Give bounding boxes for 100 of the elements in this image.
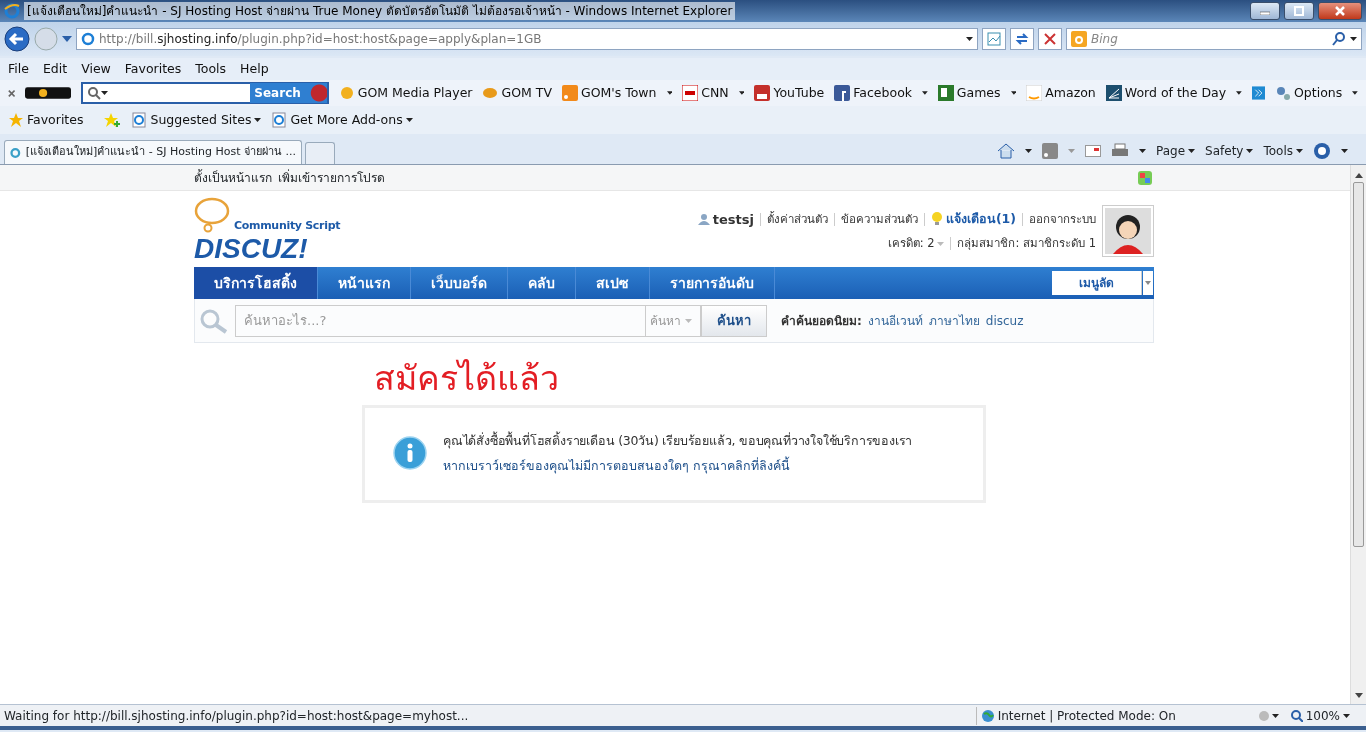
logo-wordmark: DISCUZ! (194, 233, 309, 265)
scroll-thumb[interactable] (1353, 182, 1364, 547)
loading-icon (10, 145, 21, 160)
back-button[interactable] (4, 26, 30, 52)
toolbar-link[interactable]: Games (937, 83, 1001, 103)
credit-dropdown[interactable]: เครดิต: 2 (887, 235, 945, 253)
caret-icon[interactable] (1350, 37, 1357, 41)
color-theme-icon[interactable] (1138, 171, 1152, 185)
nav-tab[interactable]: บริการโฮสติ้ง (194, 267, 318, 299)
caret-icon[interactable] (738, 91, 745, 95)
page-icon (271, 112, 288, 128)
user-menu-link[interactable]: ออกจากระบบ (1029, 210, 1096, 228)
command-menu[interactable]: Tools (1263, 142, 1303, 160)
caret-icon[interactable] (966, 37, 973, 41)
globe-icon (980, 708, 995, 723)
toolbar-link[interactable]: Amazon (1026, 83, 1096, 103)
refresh-button[interactable] (1010, 28, 1034, 50)
close-button[interactable] (1318, 2, 1362, 20)
scroll-down-icon[interactable] (1354, 693, 1363, 698)
command-menu[interactable]: Page (1156, 142, 1196, 160)
menu-item[interactable]: Edit (42, 59, 68, 79)
toolbar-search-field[interactable]: Search (81, 82, 329, 104)
search-submit-button[interactable]: ค้นหา (701, 304, 767, 337)
menu-item[interactable]: File (8, 59, 29, 79)
search-icon (199, 307, 229, 334)
book-icon (1105, 85, 1122, 101)
help-icon[interactable] (1313, 142, 1331, 160)
toolbar-link[interactable]: YouTube (754, 83, 825, 103)
feed-icon[interactable] (1042, 143, 1058, 159)
scrollbar[interactable] (1350, 165, 1366, 704)
close-icon[interactable] (8, 88, 16, 98)
page-icon (81, 32, 95, 46)
news-icon (682, 85, 699, 101)
browser-tab[interactable]: [แจ้งเตือนใหม่]คำแนะนำ - SJ Hosting Host จ่ายผ่าน ... (4, 140, 302, 164)
caret-icon[interactable] (254, 118, 262, 122)
zoom-control[interactable]: 100% (1290, 706, 1350, 725)
search-button[interactable]: Search (250, 83, 327, 103)
top-link[interactable]: ตั้งเป็นหน้าแรก (194, 169, 272, 187)
favorites-link[interactable]: Suggested Sites (131, 110, 262, 130)
toolbar-link[interactable]: GOM TV (482, 83, 552, 103)
caret-icon[interactable] (1271, 713, 1279, 718)
caret-icon[interactable] (101, 91, 109, 95)
caret-icon[interactable] (1236, 91, 1242, 95)
restore-button[interactable] (1284, 2, 1314, 20)
home-icon[interactable] (997, 143, 1015, 159)
hot-search-link[interactable]: ภาษาไทย (928, 311, 980, 330)
caret-icon[interactable] (1139, 149, 1146, 153)
toolbar-link[interactable]: Facebook (834, 83, 913, 103)
caret-icon[interactable] (1341, 149, 1348, 153)
menu-item[interactable]: Favorites (124, 59, 182, 79)
video-icon (754, 85, 771, 101)
user-menu-link[interactable]: ตั้งค่าส่วนตัว (766, 210, 828, 228)
caret-icon[interactable] (1010, 91, 1017, 95)
compatibility-button[interactable] (982, 28, 1006, 50)
caret-icon[interactable] (405, 118, 413, 122)
toolbar-link[interactable]: Word of the Day (1105, 83, 1227, 103)
star-icon (8, 112, 24, 128)
menu-item[interactable]: Tools (195, 59, 227, 79)
scroll-up-icon[interactable] (1354, 173, 1363, 178)
caret-icon[interactable] (1343, 713, 1350, 718)
toolbar-link[interactable]: GOM's Town (561, 83, 657, 103)
search-field[interactable]: Bing (1066, 28, 1362, 50)
notice-link[interactable]: แจ้งเตือน(1) (930, 210, 1016, 229)
redirect-link[interactable]: หากเบราว์เซอร์ของคุณไม่มีการตอบสนองใดๆ กรุณาคลิกที่ลิงค์นี้ (443, 457, 790, 473)
favorites-link[interactable]: Get More Add-ons (271, 110, 413, 130)
search-icon[interactable] (1332, 32, 1346, 46)
caret-icon[interactable] (666, 91, 673, 95)
window-title: [แจ้งเตือนใหม่]คำแนะนำ - SJ Hosting Host จ่ายผ่าน True Money ตัดบัตรอัตโนมัติ ไม่ต้องรอเจ้าหน้า - Windows Internet Explorer (24, 2, 736, 20)
mail-icon[interactable] (1085, 145, 1101, 157)
menu-item[interactable]: Help (240, 59, 269, 79)
toolbar-link[interactable]: CNN (682, 83, 729, 103)
minimize-button[interactable] (1250, 2, 1280, 20)
page-icon (131, 112, 148, 128)
quick-menu-toggle[interactable] (1143, 271, 1153, 295)
caret-icon[interactable] (1246, 149, 1254, 153)
hot-search-link[interactable]: discuz (985, 311, 1024, 330)
security-zone[interactable]: Internet | Protected Mode: On (975, 706, 1246, 725)
more-icon[interactable] (1251, 85, 1265, 101)
hot-search-link[interactable]: งานอีเวนท์ (867, 311, 923, 330)
toolbar-link[interactable]: GOM Media Player (338, 83, 473, 103)
printer-icon[interactable] (1111, 143, 1129, 159)
caret-icon[interactable] (1352, 91, 1358, 95)
caret-icon[interactable] (1025, 149, 1032, 153)
command-menu[interactable]: Safety (1205, 142, 1254, 160)
user-menu-link[interactable]: ข้อความส่วนตัว (840, 210, 918, 228)
broken-page-icon (987, 32, 1001, 46)
caret-icon[interactable] (1296, 149, 1303, 153)
caret-icon[interactable] (922, 91, 928, 95)
avatar[interactable] (1102, 205, 1154, 257)
browser-logo-icon (4, 3, 20, 19)
menu-item[interactable]: View (81, 59, 111, 79)
stop-button[interactable] (1038, 28, 1062, 50)
top-link[interactable]: เพิ่มเข้ารายการโปรด (278, 169, 385, 187)
user-link[interactable]: testsj (697, 209, 754, 230)
address-field[interactable]: http://bill.sjhosting.info/plugin.php?id=host:host&page=apply&plan=1GB (76, 28, 978, 50)
favorites-button[interactable]: Favorites (8, 110, 84, 130)
caret-icon[interactable] (1188, 149, 1196, 153)
add-favorite-icon[interactable] (103, 112, 122, 128)
quick-menu-button[interactable]: เมนูลัด (1052, 271, 1142, 295)
options-button[interactable]: Options (1275, 83, 1343, 103)
